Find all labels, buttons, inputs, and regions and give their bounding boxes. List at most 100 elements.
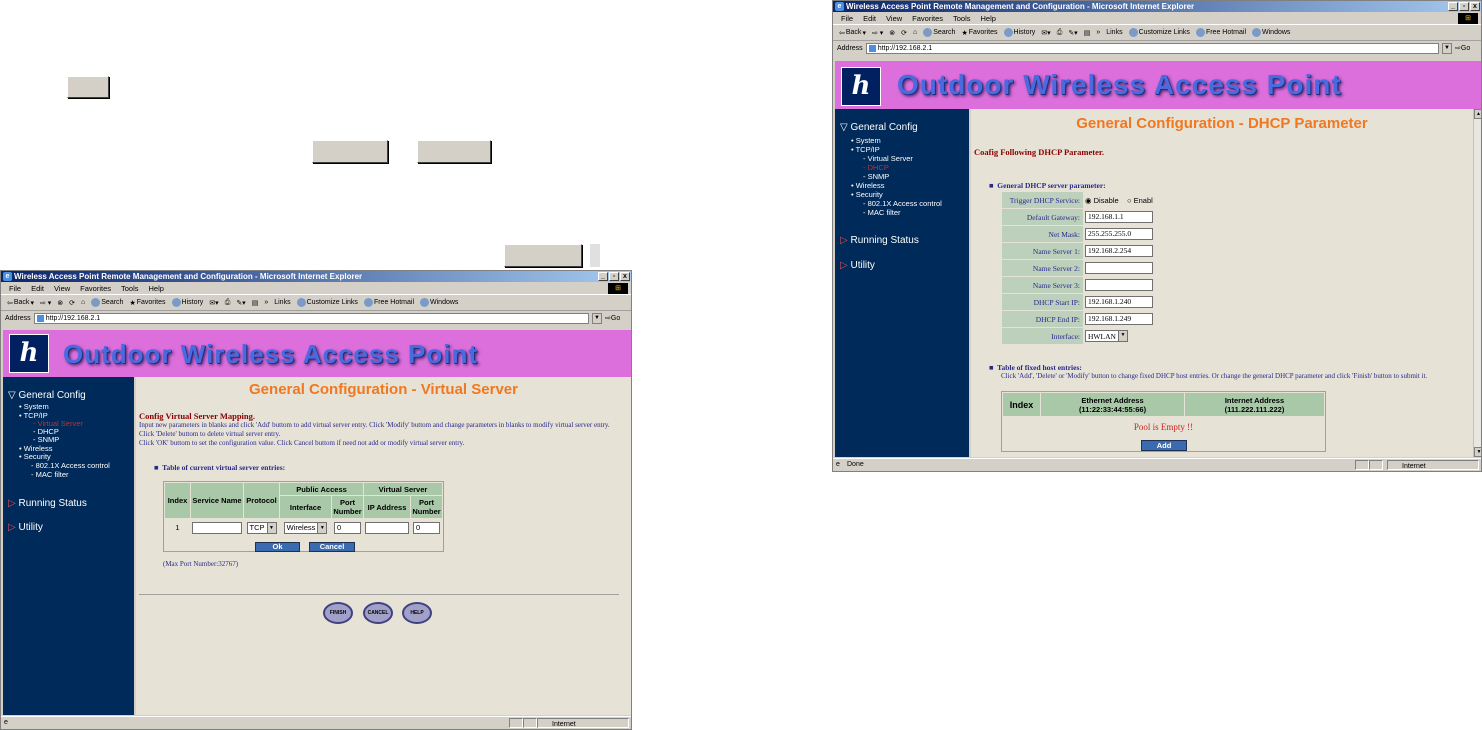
print-icon[interactable]: ⎙ bbox=[1057, 29, 1063, 37]
sidebar-running-status[interactable]: ▷ Running Status bbox=[8, 498, 87, 509]
maximize-icon[interactable]: ▫ bbox=[609, 272, 619, 281]
sidebar-running-status[interactable]: ▷ Running Status bbox=[840, 235, 919, 246]
menu-view[interactable]: View bbox=[886, 14, 902, 23]
refresh-icon[interactable]: ⟳ bbox=[69, 299, 75, 307]
sidebar-utility[interactable]: ▷ Utility bbox=[840, 260, 875, 271]
cancel-button[interactable]: Cancel bbox=[309, 542, 355, 552]
vertical-scrollbar[interactable]: ▲ ▼ bbox=[1473, 109, 1481, 457]
favorites-button[interactable]: ★ Favorites bbox=[961, 29, 997, 37]
sidebar-item-mac-filter[interactable]: - MAC filter bbox=[31, 470, 69, 479]
sidebar-item-wireless[interactable]: • Wireless bbox=[851, 181, 884, 190]
menu-file[interactable]: File bbox=[9, 284, 21, 293]
interface-select[interactable]: Wireless ▼ bbox=[283, 521, 328, 534]
menu-file[interactable]: File bbox=[841, 14, 853, 23]
search-button[interactable]: Search bbox=[91, 298, 123, 307]
public-port-input[interactable]: 0 bbox=[334, 521, 361, 534]
go-button[interactable]: ⇨Go bbox=[1455, 44, 1481, 52]
virtual-port-input[interactable]: 0 bbox=[413, 521, 440, 534]
address-dropdown[interactable]: ▼ bbox=[592, 312, 602, 324]
more-icon[interactable]: » bbox=[1096, 29, 1100, 36]
sidebar-general-config[interactable]: ▽ General Config bbox=[8, 390, 86, 401]
disable-radio[interactable]: ◉ bbox=[1085, 196, 1092, 205]
menu-favorites[interactable]: Favorites bbox=[912, 14, 943, 23]
customize-links[interactable]: Customize Links bbox=[296, 298, 358, 307]
gateway-input[interactable]: 192.168.1.1 bbox=[1085, 211, 1153, 223]
address-input[interactable]: http://192.168.2.1 bbox=[33, 312, 589, 324]
address-input[interactable]: http://192.168.2.1 bbox=[865, 42, 1439, 54]
menu-edit[interactable]: Edit bbox=[863, 14, 876, 23]
blank-button-2[interactable] bbox=[312, 140, 388, 163]
ns3-input[interactable] bbox=[1085, 279, 1153, 291]
finish-button[interactable]: FINISH bbox=[323, 602, 353, 624]
sidebar-item-snmp[interactable]: - SNMP bbox=[33, 435, 59, 444]
sidebar-item-802-1x[interactable]: - 802.1X Access control bbox=[31, 461, 110, 470]
go-button[interactable]: ⇨Go bbox=[605, 314, 631, 322]
close-icon[interactable]: x bbox=[620, 272, 630, 281]
more-icon[interactable]: » bbox=[264, 299, 268, 306]
menu-view[interactable]: View bbox=[54, 284, 70, 293]
ok-button[interactable]: Ok bbox=[255, 542, 300, 552]
menu-tools[interactable]: Tools bbox=[121, 284, 139, 293]
menu-edit[interactable]: Edit bbox=[31, 284, 44, 293]
sidebar-item-security[interactable]: • Security bbox=[19, 452, 51, 461]
sidebar-item-system[interactable]: • System bbox=[19, 402, 49, 411]
scroll-down-icon[interactable]: ▼ bbox=[1474, 447, 1481, 457]
stop-icon[interactable]: ⊗ bbox=[889, 29, 895, 37]
edit-icon[interactable]: ✎▾ bbox=[1068, 29, 1077, 37]
free-hotmail-link[interactable]: Free Hotmail bbox=[363, 298, 414, 307]
minimize-icon[interactable]: _ bbox=[598, 272, 608, 281]
ns2-input[interactable] bbox=[1085, 262, 1153, 274]
help-button[interactable]: HELP bbox=[402, 602, 432, 624]
forward-icon[interactable]: ⇨ ▾ bbox=[40, 299, 51, 307]
forward-icon[interactable]: ⇨ ▾ bbox=[872, 29, 883, 37]
add-button[interactable]: Add bbox=[1141, 440, 1187, 451]
history-button[interactable]: History bbox=[1003, 28, 1035, 37]
menu-help[interactable]: Help bbox=[981, 14, 996, 23]
favorites-button[interactable]: ★ Favorites bbox=[129, 299, 165, 307]
close-icon[interactable]: x bbox=[1470, 2, 1480, 11]
menu-tools[interactable]: Tools bbox=[953, 14, 971, 23]
service-name-input[interactable] bbox=[192, 521, 242, 534]
sidebar-item-802-1x[interactable]: - 802.1X Access control bbox=[863, 199, 942, 208]
sidebar-item-system[interactable]: • System bbox=[851, 136, 881, 145]
ns1-input[interactable]: 192.168.2.254 bbox=[1085, 245, 1153, 257]
menu-favorites[interactable]: Favorites bbox=[80, 284, 111, 293]
windows-link[interactable]: Windows bbox=[1252, 28, 1290, 37]
refresh-icon[interactable]: ⟳ bbox=[901, 29, 907, 37]
sidebar-item-tcpip[interactable]: • TCP/IP bbox=[851, 145, 880, 154]
blank-button-1[interactable] bbox=[67, 76, 109, 98]
customize-links[interactable]: Customize Links bbox=[1128, 28, 1190, 37]
back-button[interactable]: ⇦ Back ▾ bbox=[839, 29, 866, 37]
enable-radio[interactable]: ○ bbox=[1127, 196, 1132, 205]
ip-address-input[interactable] bbox=[365, 521, 409, 534]
start-ip-input[interactable]: 192.168.1.240 bbox=[1085, 296, 1153, 308]
protocol-select[interactable]: TCP ▼ bbox=[246, 521, 277, 534]
interface-select[interactable]: HWLAN ▼ bbox=[1085, 330, 1128, 342]
stop-icon[interactable]: ⊗ bbox=[57, 299, 63, 307]
mail-icon[interactable]: ✉▾ bbox=[1041, 29, 1050, 37]
sidebar-item-virtual-server[interactable]: - Virtual Server bbox=[863, 154, 913, 163]
menu-help[interactable]: Help bbox=[149, 284, 164, 293]
sidebar-general-config[interactable]: ▽ General Config bbox=[840, 122, 918, 133]
sidebar-utility[interactable]: ▷ Utility bbox=[8, 522, 43, 533]
windows-link[interactable]: Windows bbox=[420, 298, 458, 307]
blank-button-4[interactable] bbox=[504, 244, 582, 267]
back-button[interactable]: ⇦ Back ▾ bbox=[7, 299, 34, 307]
maximize-icon[interactable]: ▫ bbox=[1459, 2, 1469, 11]
sidebar-item-security[interactable]: • Security bbox=[851, 190, 883, 199]
history-button[interactable]: History bbox=[171, 298, 203, 307]
home-icon[interactable]: ⌂ bbox=[81, 299, 85, 306]
end-ip-input[interactable]: 192.168.1.249 bbox=[1085, 313, 1153, 325]
blank-button-3[interactable] bbox=[417, 140, 491, 163]
search-button[interactable]: Search bbox=[923, 28, 955, 37]
free-hotmail-link[interactable]: Free Hotmail bbox=[1195, 28, 1246, 37]
minimize-icon[interactable]: _ bbox=[1448, 2, 1458, 11]
print-icon[interactable]: ⎙ bbox=[225, 299, 231, 307]
address-dropdown[interactable]: ▼ bbox=[1442, 42, 1452, 54]
cancel-round-button[interactable]: CANCEL bbox=[363, 602, 393, 624]
discuss-icon[interactable]: ▤ bbox=[252, 299, 259, 307]
sidebar-item-snmp[interactable]: - SNMP bbox=[863, 172, 889, 181]
edit-icon[interactable]: ✎▾ bbox=[236, 299, 245, 307]
home-icon[interactable]: ⌂ bbox=[913, 29, 917, 36]
sidebar-item-dhcp[interactable]: - DHCP bbox=[863, 163, 889, 172]
